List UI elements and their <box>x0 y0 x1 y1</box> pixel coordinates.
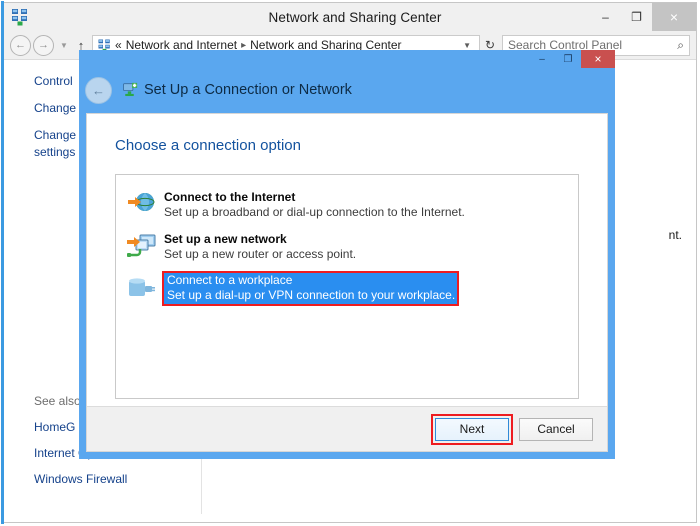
option-set-up-a-new-network[interactable]: Set up a new network Set up a new router… <box>116 226 578 268</box>
back-button[interactable]: ← <box>10 34 31 56</box>
setup-connection-dialog: – ❐ × ← Set Up a Connection or Network C… <box>79 50 615 459</box>
dialog-header: ← Set Up a Connection or Network <box>79 68 615 112</box>
dialog-titlebar: – ❐ × <box>79 50 615 68</box>
workplace-vpn-icon <box>126 273 158 305</box>
selected-option-highlight: Connect to a workplace Set up a dial-up … <box>161 271 460 306</box>
close-button[interactable]: × <box>652 3 696 31</box>
maximize-button[interactable]: ❐ <box>621 3 652 31</box>
dialog-minimize-button[interactable]: – <box>529 50 555 68</box>
option-description: Set up a dial-up or VPN connection to yo… <box>167 288 456 302</box>
option-connect-to-a-workplace[interactable]: Connect to a workplace Set up a dial-up … <box>116 268 578 310</box>
option-description: Set up a new router or access point. <box>164 247 357 261</box>
content-text-fragment: nt. <box>668 228 682 242</box>
dialog-title: Set Up a Connection or Network <box>144 82 352 98</box>
globe-internet-icon <box>126 189 158 221</box>
option-description: Set up a broadband or dial-up connection… <box>164 205 465 219</box>
dialog-command-bar: Next Cancel <box>87 406 607 451</box>
screen-root: Network and Sharing Center – ❐ × ← → ▼ ↑ <box>0 0 700 526</box>
recent-locations-chevron-icon[interactable]: ▼ <box>57 41 71 50</box>
new-network-icon <box>126 231 158 263</box>
option-connect-to-the-internet[interactable]: Connect to the Internet Set up a broadba… <box>116 184 578 226</box>
dialog-window-controls: – ❐ × <box>529 50 615 68</box>
window-titlebar: Network and Sharing Center – ❐ × <box>4 3 696 31</box>
network-setup-icon <box>121 82 138 99</box>
dialog-content: Choose a connection option Connect to th… <box>86 113 608 452</box>
address-dropdown-icon[interactable]: ▼ <box>459 41 475 50</box>
breadcrumb-separator-icon: ▸ <box>241 39 247 51</box>
dialog-heading: Choose a connection option <box>115 137 301 154</box>
dialog-close-button[interactable]: × <box>581 50 615 68</box>
connection-options-list: Connect to the Internet Set up a broadba… <box>115 174 579 399</box>
forward-button[interactable]: → <box>33 34 54 56</box>
search-icon: ⌕ <box>677 37 684 52</box>
option-title: Set up a new network <box>164 232 287 246</box>
network-icon <box>10 7 30 27</box>
cancel-button[interactable]: Cancel <box>519 417 593 441</box>
option-title: Connect to a workplace <box>167 273 293 287</box>
sidebar-item-windows-firewall[interactable]: Windows Firewall <box>34 472 199 487</box>
option-title: Connect to the Internet <box>164 190 296 204</box>
minimize-button[interactable]: – <box>590 3 621 31</box>
dialog-maximize-button[interactable]: ❐ <box>555 50 581 68</box>
next-button[interactable]: Next <box>431 413 513 445</box>
dialog-back-button[interactable]: ← <box>85 76 112 104</box>
window-controls: – ❐ × <box>590 3 696 31</box>
